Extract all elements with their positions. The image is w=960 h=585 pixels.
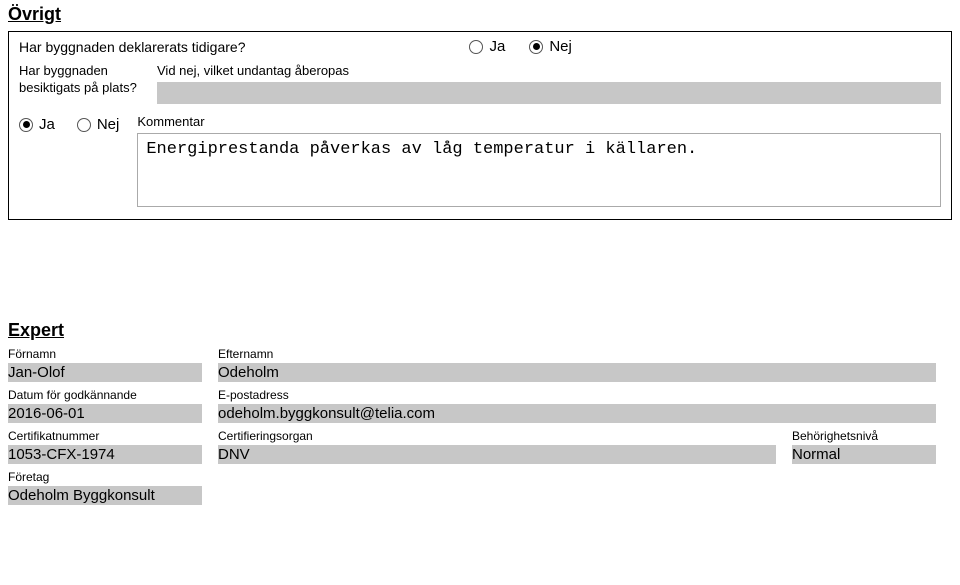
cert-label: Certifikatnummer	[8, 429, 202, 443]
epost-value: odeholm.byggkonsult@telia.com	[218, 404, 936, 423]
epost-label: E-postadress	[218, 388, 936, 402]
kommentar-box[interactable]: Energiprestanda påverkas av låg temperat…	[137, 133, 941, 207]
niva-label: Behörighetsnivå	[792, 429, 936, 443]
organ-value: DNV	[218, 445, 776, 464]
q1-label: Har byggnaden deklarerats tidigare?	[19, 39, 245, 55]
foretag-value: Odeholm Byggkonsult	[8, 486, 202, 505]
q2-nej-label: Nej	[97, 116, 120, 133]
kommentar-label: Kommentar	[137, 114, 941, 129]
ovrigt-box: Har byggnaden deklarerats tidigare? Ja N…	[8, 31, 952, 220]
q2-radio-nej[interactable]	[77, 118, 91, 132]
q1-ja-label: Ja	[489, 38, 505, 55]
expert-title: Expert	[8, 320, 952, 341]
q2-label: Har byggnaden besiktigats på plats?	[19, 63, 139, 97]
q1-radio-nej[interactable]	[529, 40, 543, 54]
efternamn-value: Odeholm	[218, 363, 936, 382]
efternamn-label: Efternamn	[218, 347, 936, 361]
datum-label: Datum för godkännande	[8, 388, 202, 402]
organ-label: Certifieringsorgan	[218, 429, 776, 443]
cert-value: 1053-CFX-1974	[8, 445, 202, 464]
foretag-label: Företag	[8, 470, 202, 484]
niva-value: Normal	[792, 445, 936, 464]
ovrigt-title: Övrigt	[8, 4, 952, 25]
q2-radio-ja[interactable]	[19, 118, 33, 132]
q1-radio-ja[interactable]	[469, 40, 483, 54]
q2-ja-label: Ja	[39, 116, 55, 133]
datum-value: 2016-06-01	[8, 404, 202, 423]
undantag-field[interactable]	[157, 82, 941, 104]
fornamn-value: Jan-Olof	[8, 363, 202, 382]
fornamn-label: Förnamn	[8, 347, 202, 361]
q1-nej-label: Nej	[549, 38, 572, 55]
undantag-label: Vid nej, vilket undantag åberopas	[157, 63, 941, 78]
